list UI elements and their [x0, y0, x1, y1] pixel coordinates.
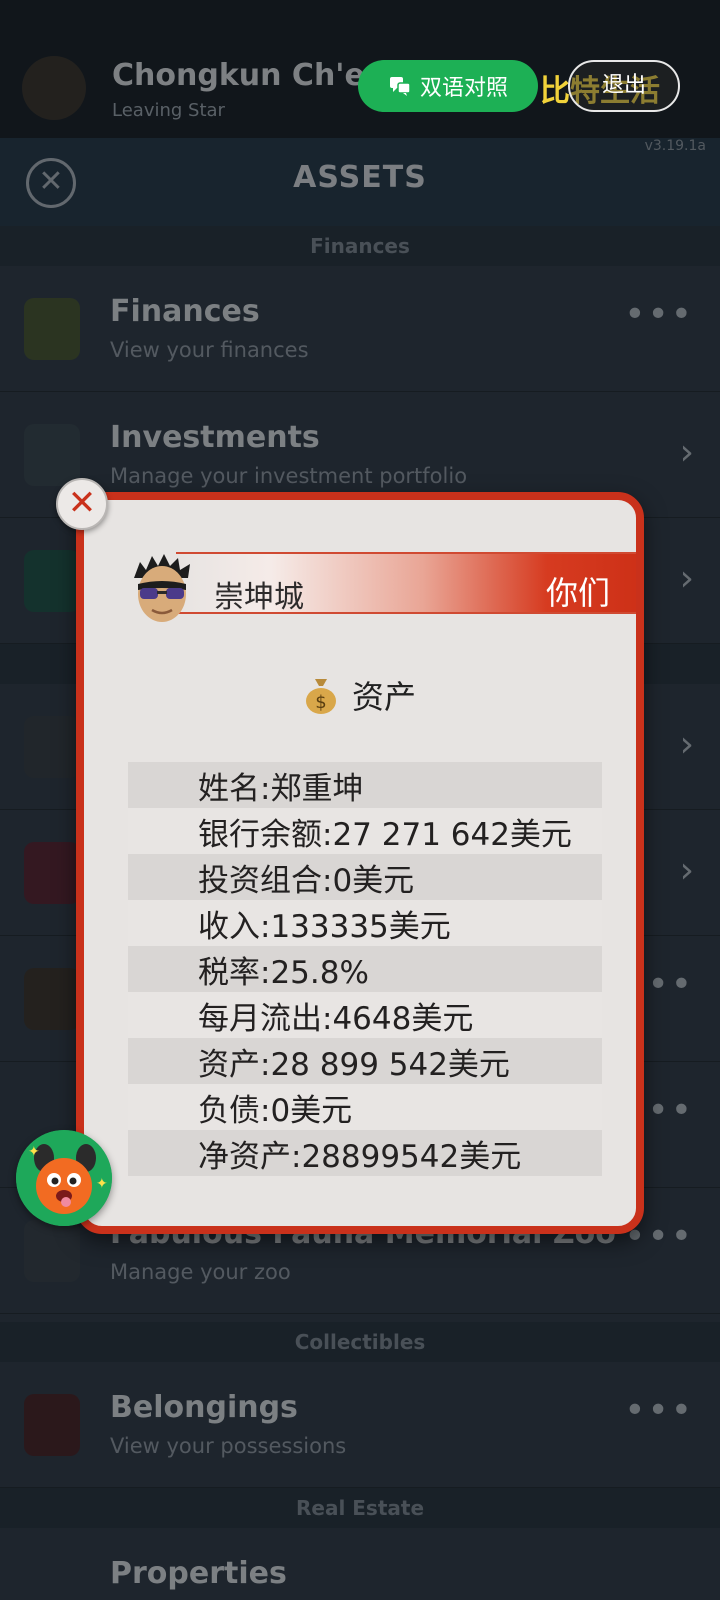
svg-text:$: $ [315, 692, 326, 713]
exit-button[interactable]: 退出 [568, 60, 680, 112]
stat-monthly-outflow: 每月流出:4648美元 [128, 992, 602, 1038]
svg-text:✦: ✦ [28, 1144, 40, 1160]
stat-income: 收入:133335美元 [128, 900, 602, 946]
bilingual-label: 双语对照 [419, 76, 508, 101]
stat-bank-balance: 银行余额:27 271 642美元 [128, 808, 602, 854]
close-dialog-button[interactable]: ✕ [56, 478, 108, 530]
assets-dialog: 崇坤城 你们 $ 资产 姓名:郑重坤 银行余额:27 271 642美元 投资组… [76, 492, 644, 1234]
avatar [134, 554, 190, 622]
stat-name: 姓名:郑重坤 [128, 762, 602, 808]
svg-text:✦: ✦ [96, 1176, 108, 1192]
assets-label: 资产 [351, 678, 416, 716]
stats-table: 姓名:郑重坤 银行余额:27 271 642美元 投资组合:0美元 收入:133… [128, 762, 602, 1176]
chat-bubbles-icon [389, 77, 411, 96]
bilingual-toggle-button[interactable]: 双语对照 [358, 60, 538, 112]
character-name: 崇坤城 [214, 580, 304, 615]
relation-label: 你们 [545, 574, 610, 612]
money-bag-icon: $ [305, 679, 336, 714]
emoji-sticker-button[interactable]: ✦ ✦ [16, 1130, 112, 1226]
assets-section-header: $ 资产 [84, 672, 636, 718]
stat-tax-rate: 税率:25.8% [128, 946, 602, 992]
stat-liabilities: 负债:0美元 [128, 1084, 602, 1130]
stat-assets: 资产:28 899 542美元 [128, 1038, 602, 1084]
stat-net-worth: 净资产:28899542美元 [128, 1130, 602, 1176]
stat-portfolio: 投资组合:0美元 [128, 854, 602, 900]
